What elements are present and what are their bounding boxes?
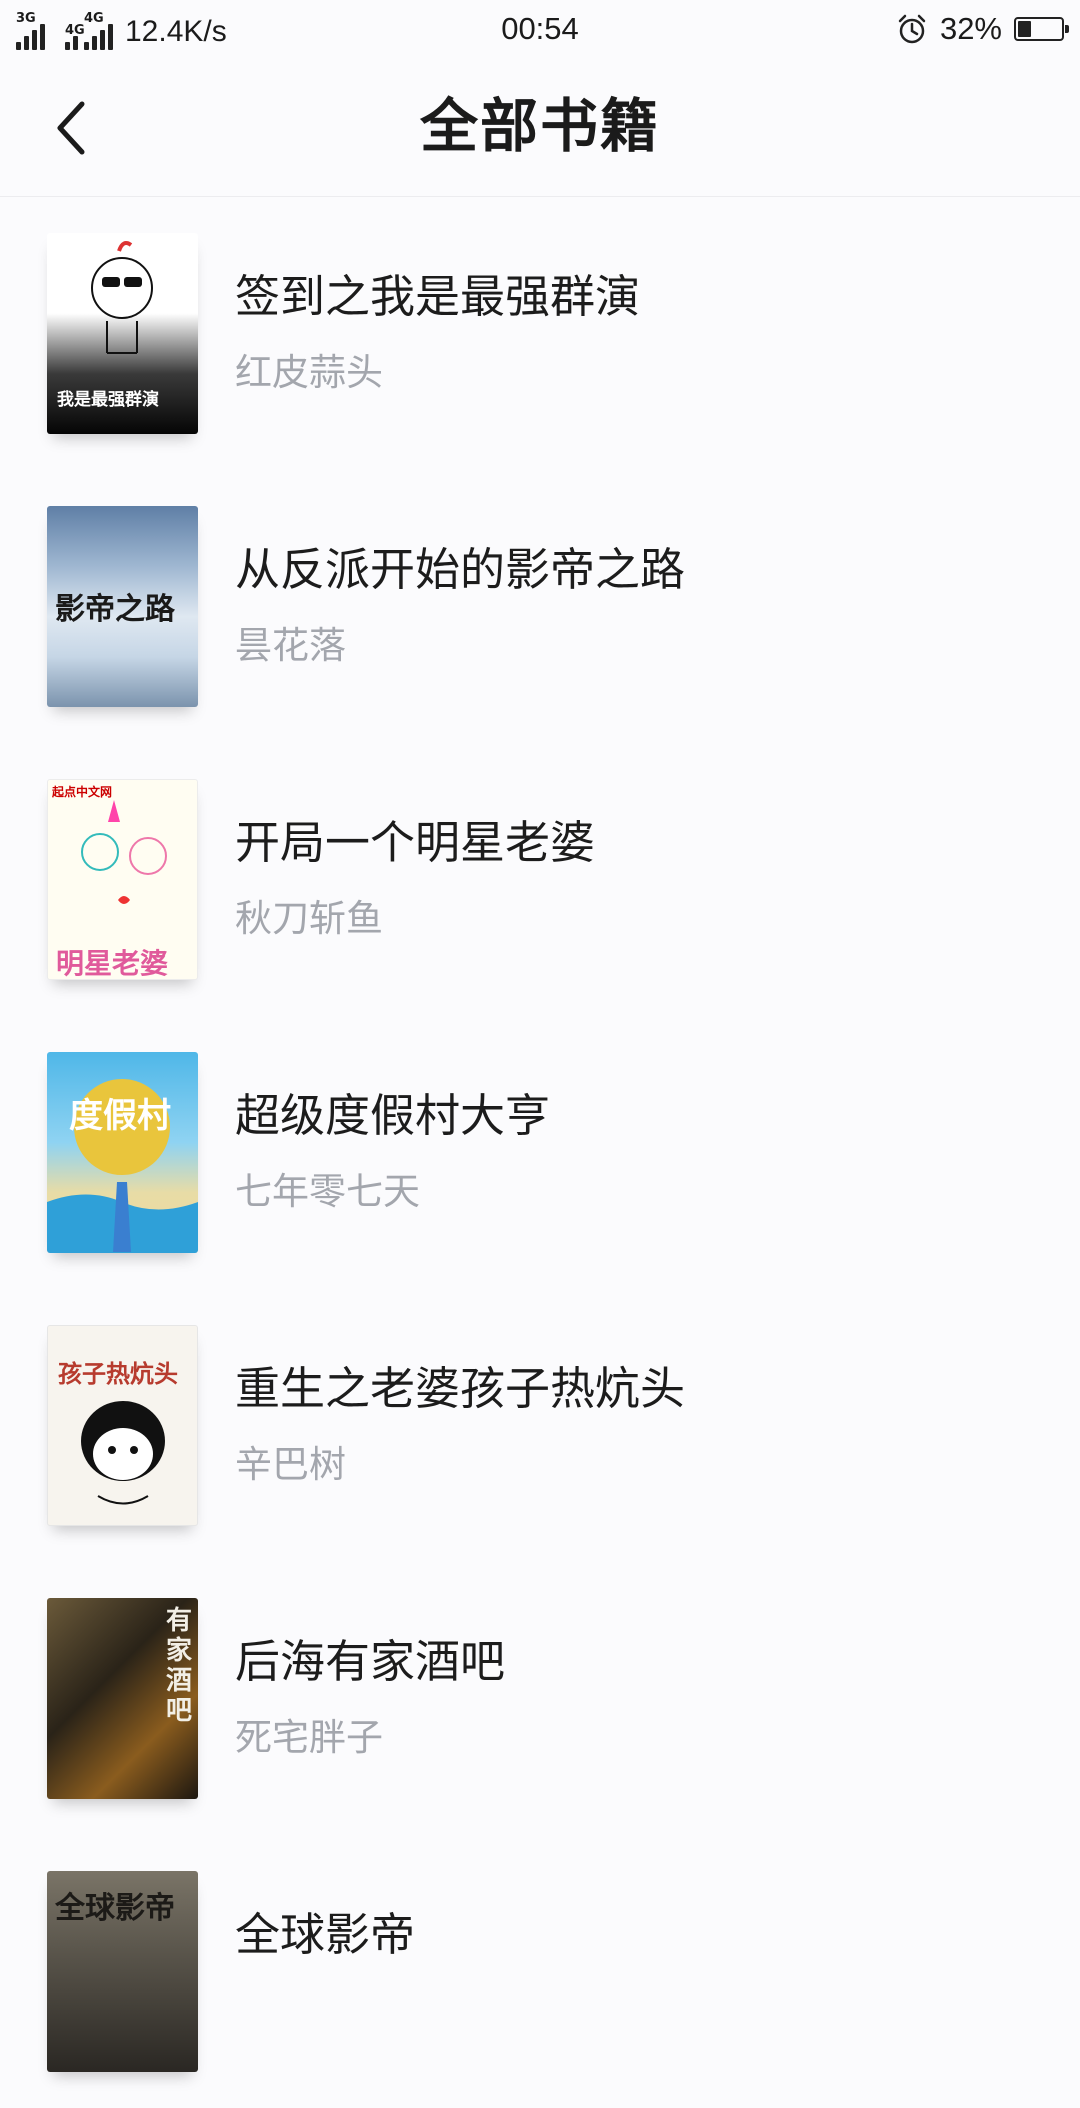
page-title: 全部书籍 [419,92,660,160]
book-author: 辛巴树 [235,1443,346,1486]
book-cover: 我是最强群演 [47,233,198,434]
book-author: 红皮蒜头 [235,351,383,394]
book-title: 从反派开始的影帝之路 [235,543,686,596]
book-item[interactable]: 起点中文网 明星老婆 开局一个明星老婆 秋刀斩鱼 [0,743,1080,1016]
alarm-icon [896,13,928,45]
book-title: 全球影帝 [235,1908,416,1961]
status-bar: 3G 4G 4G 12.4K/s 00:54 32% [0,0,1080,58]
book-item[interactable]: 全球影帝 全球影帝 [0,1835,1080,2108]
nav-bar: 全部书籍 [0,58,1080,197]
battery-fill [1018,21,1031,37]
book-title: 后海有家酒吧 [235,1635,506,1688]
book-cover: 影帝之路 [47,506,198,707]
book-cover: 全球影帝 [47,1871,198,2072]
book-item[interactable]: 我是最强群演 签到之我是最强群演 红皮蒜头 [0,197,1080,470]
cover-title: 全球影帝 [55,1891,175,1926]
book-title: 开局一个明星老婆 [235,816,596,869]
book-cover: 起点中文网 明星老婆 [47,779,198,980]
book-author: 昙花落 [235,624,346,667]
cover-title: 明星老婆 [56,947,169,980]
book-item[interactable]: 有家酒吧 后海有家酒吧 死宅胖子 [0,1562,1080,1835]
cover-title: 度假村 [69,1096,171,1136]
book-author: 秋刀斩鱼 [235,897,383,940]
book-item[interactable]: 影帝之路 从反派开始的影帝之路 昙花落 [0,470,1080,743]
book-item[interactable]: 孩子热炕头 重生之老婆孩子热炕头 辛巴树 [0,1289,1080,1562]
book-author: 死宅胖子 [235,1716,383,1759]
book-title: 超级度假村大亨 [235,1089,551,1142]
book-cover: 孩子热炕头 [47,1325,198,1526]
book-cover: 度假村 [47,1052,198,1253]
cover-title: 影帝之路 [55,592,175,627]
book-cover: 有家酒吧 [47,1598,198,1799]
book-title: 重生之老婆孩子热炕头 [235,1362,686,1415]
status-right: 32% [896,8,1069,50]
cover-title: 我是最强群演 [57,390,159,410]
book-item[interactable]: 度假村 超级度假村大亨 七年零七天 [0,1016,1080,1289]
cover-title: 有家酒吧 [166,1606,193,1726]
battery-icon [1014,17,1069,41]
book-author: 七年零七天 [235,1170,420,1213]
book-title: 签到之我是最强群演 [235,270,641,323]
battery-percent: 32% [939,11,1002,46]
